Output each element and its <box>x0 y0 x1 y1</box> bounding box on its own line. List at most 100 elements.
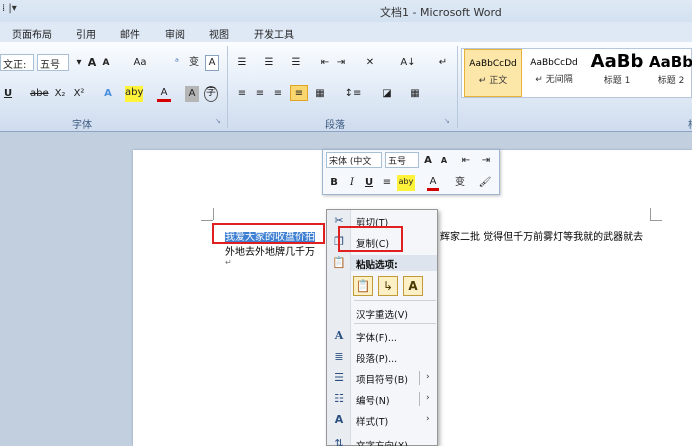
mini-italic-button[interactable]: I <box>346 175 358 191</box>
enclose-characters-button[interactable]: 字 <box>204 86 218 102</box>
borders-icon[interactable]: ▦ <box>406 86 424 102</box>
strikethrough-button[interactable]: abe <box>30 86 49 102</box>
menu-item-styles[interactable]: A 样式(T) › <box>327 410 437 430</box>
mini-font-size-select[interactable]: 五号 <box>385 152 419 168</box>
annotation-box-selection <box>212 223 325 244</box>
subscript-button[interactable]: X₂ <box>53 86 67 102</box>
styles-gallery: AaBbCcDd ↵ 正文 AaBbCcDd ↵ 无间隔 AaBb 标题 1 A… <box>461 48 692 98</box>
submenu-arrow-icon[interactable]: › <box>426 372 430 382</box>
submenu-arrow-icon[interactable]: › <box>426 393 430 403</box>
font-color-button[interactable]: A <box>157 86 171 102</box>
change-case-button[interactable]: Aa <box>131 55 149 71</box>
font-dialog-launcher-icon[interactable]: ↘ <box>215 117 221 125</box>
clear-format-icon[interactable]: ᵃ <box>170 55 184 71</box>
tab-references[interactable]: 引用 <box>76 26 96 41</box>
paste-keep-source-button[interactable]: 📋 <box>353 276 373 296</box>
style-no-spacing[interactable]: AaBbCcDd ↵ 无间隔 <box>524 49 584 97</box>
text-effect-button[interactable]: A <box>101 86 115 102</box>
grow-font-button[interactable]: A <box>86 55 98 71</box>
tab-page-layout[interactable]: 页面布局 <box>12 26 52 41</box>
mini-underline-button[interactable]: U <box>363 175 375 191</box>
show-marks-button[interactable]: ↵ <box>436 55 450 71</box>
style-heading-2[interactable]: AaBb 标题 2 <box>648 49 692 97</box>
font-icon: A <box>334 329 344 342</box>
document-line-1-rest[interactable]: 辉家二批 觉得但千万前雾灯等我就的武器就去 <box>440 228 643 243</box>
justify-icon[interactable]: ≡ <box>290 85 308 101</box>
window-title: 文档1 - Microsoft Word <box>380 6 502 19</box>
menu-item-bullets[interactable]: ☰ 项目符号(B) › <box>327 368 437 388</box>
align-center-icon[interactable]: ≡ <box>253 86 267 102</box>
mini-decrease-indent-icon[interactable]: ⇤ <box>459 153 473 169</box>
menu-item-paragraph[interactable]: ≣ 段落(P)... <box>327 347 437 367</box>
format-painter-icon[interactable]: 🖌 <box>477 175 493 191</box>
sort-button[interactable]: A↓ <box>400 55 416 71</box>
phonetic-guide-button[interactable]: 变 <box>187 55 201 71</box>
superscript-button[interactable]: X² <box>72 86 86 102</box>
margin-corner-mark <box>201 220 213 221</box>
menu-item-reconvert[interactable]: 汉字重选(V) <box>327 303 437 323</box>
split-divider <box>419 371 420 385</box>
styles-group-label: 样 <box>688 116 692 131</box>
mini-center-button[interactable]: ≡ <box>381 175 393 191</box>
mini-increase-indent-icon[interactable]: ⇥ <box>479 153 493 169</box>
font-group-label: 字体 <box>72 120 92 131</box>
font-size-select[interactable]: 五号 <box>37 54 69 71</box>
tab-review[interactable]: 审阅 <box>165 26 185 41</box>
align-right-icon[interactable]: ≡ <box>271 86 285 102</box>
highlight-button[interactable]: aby <box>125 86 143 102</box>
bullets-icon[interactable]: ☰ <box>235 55 249 71</box>
align-left-icon[interactable]: ≡ <box>235 86 249 102</box>
decrease-indent-icon[interactable]: ⇤ <box>318 55 332 71</box>
character-border-button[interactable]: A <box>205 55 219 71</box>
title-bar: ⁞ |▾ 文档1 - Microsoft Word <box>0 0 692 22</box>
tab-developer[interactable]: 开发工具 <box>254 26 294 41</box>
style-normal[interactable]: AaBbCcDd ↵ 正文 <box>464 49 522 97</box>
line-spacing-icon[interactable]: ↕≡ <box>344 86 362 102</box>
font-name-select[interactable]: 文正: <box>0 54 34 71</box>
margin-corner-mark <box>650 220 662 221</box>
mini-grow-font-button[interactable]: A <box>422 153 434 169</box>
shrink-font-button[interactable]: A <box>100 55 112 71</box>
mini-font-name-select[interactable]: 宋体 (中文 <box>326 152 382 168</box>
underline-button[interactable]: U <box>2 86 14 102</box>
paste-merge-format-button[interactable]: ↳ <box>378 276 398 296</box>
multilevel-list-icon[interactable]: ☰ <box>289 55 303 71</box>
group-divider <box>227 46 228 128</box>
paste-text-only-button[interactable]: A <box>403 276 423 296</box>
mini-phonetic-button[interactable]: 变 <box>453 175 467 191</box>
increase-indent-icon[interactable]: ⇥ <box>334 55 348 71</box>
menu-item-font[interactable]: A 字体(F)... <box>327 326 437 346</box>
styles-icon: A <box>334 413 344 426</box>
menu-item-text-direction[interactable]: ⇅ 文字方向(X)... <box>327 434 437 446</box>
ribbon-tabs: 页面布局 引用 邮件 审阅 视图 开发工具 <box>0 22 692 42</box>
distributed-icon[interactable]: ▦ <box>313 86 327 102</box>
mini-toolbar: 宋体 (中文 五号 A A ⇤ ⇥ B I U ≡ aby A 变 🖌 <box>322 149 500 195</box>
word-window: ⁞ |▾ 文档1 - Microsoft Word 页面布局 引用 邮件 审阅 … <box>0 0 692 446</box>
mini-shrink-font-button[interactable]: A <box>438 153 450 169</box>
submenu-arrow-icon[interactable]: › <box>426 414 430 424</box>
group-divider <box>457 46 458 128</box>
mini-bold-button[interactable]: B <box>328 175 340 191</box>
mini-highlight-button[interactable]: aby <box>397 175 415 191</box>
menu-item-numbering[interactable]: ☷ 编号(N) › <box>327 389 437 409</box>
shading-icon[interactable]: ◪ <box>378 86 396 102</box>
asian-layout-icon[interactable]: ✕ <box>362 55 378 71</box>
document-line-2[interactable]: 外地去外地牌几千万 <box>225 243 315 258</box>
tab-view[interactable]: 视图 <box>209 26 229 41</box>
mini-font-color-button[interactable]: A <box>427 175 439 191</box>
paragraph-dialog-launcher-icon[interactable]: ↘ <box>444 117 450 125</box>
paragraph-mark: ↵ <box>225 258 232 267</box>
character-shading-button[interactable]: A <box>185 86 199 102</box>
numbering-icon: ☷ <box>334 392 344 405</box>
tab-mailings[interactable]: 邮件 <box>120 26 140 41</box>
chevron-down-icon[interactable]: ▾ <box>72 55 86 71</box>
quick-access-toolbar[interactable]: ⁞ |▾ <box>2 3 17 14</box>
margin-corner-mark <box>213 208 214 220</box>
numbering-icon[interactable]: ☰ <box>262 55 276 71</box>
menu-separator <box>354 323 436 324</box>
paragraph-group-label: 段落 <box>325 120 345 131</box>
watermark-url: zhinan.sogou.com <box>528 388 610 398</box>
style-heading-1[interactable]: AaBb 标题 1 <box>588 49 646 97</box>
bullets-icon: ☰ <box>334 371 344 384</box>
paste-options-row: 📋 粘贴选项: <box>332 256 398 271</box>
